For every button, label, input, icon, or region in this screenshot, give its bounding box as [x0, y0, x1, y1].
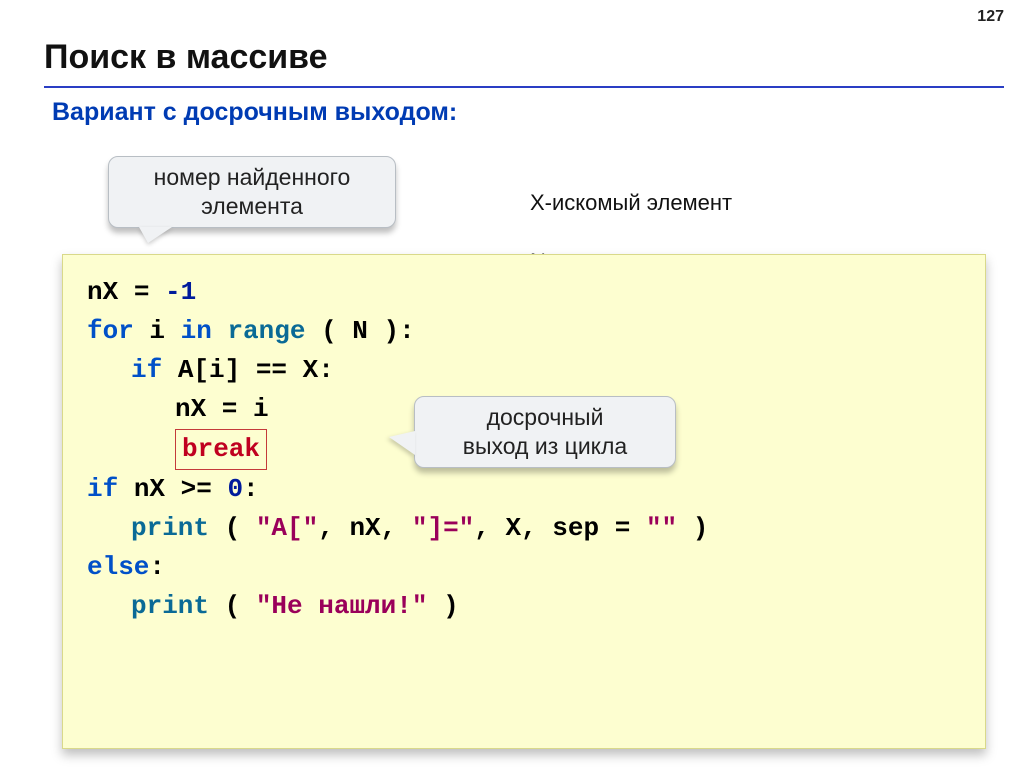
- callout-found-index: номер найденного элемента: [108, 156, 396, 228]
- code-token: =: [118, 277, 165, 307]
- callout-text: элемента: [201, 193, 303, 219]
- break-keyword: break: [175, 429, 267, 470]
- code-token: (: [209, 591, 256, 621]
- code-token: -1: [165, 277, 196, 307]
- code-token: 0: [227, 474, 243, 504]
- code-token: , nX,: [318, 513, 412, 543]
- page-number: 127: [977, 8, 1004, 26]
- code-token: print: [131, 513, 209, 543]
- code-token: i: [134, 316, 181, 346]
- callout-text: выход из цикла: [463, 433, 627, 459]
- code-token: else: [87, 552, 149, 582]
- code-line: nX = -1: [87, 273, 961, 312]
- legend-line: X-искомый элемент: [530, 190, 732, 215]
- subtitle: Вариант с досрочным выходом:: [52, 98, 457, 127]
- divider: [44, 86, 1004, 88]
- code-token: "]=": [412, 513, 474, 543]
- code-line: for i in range ( N ):: [87, 312, 961, 351]
- code-token: "": [646, 513, 677, 543]
- code-token: nX: [87, 277, 118, 307]
- code-token: nX = i: [175, 394, 269, 424]
- code-token: if: [131, 355, 162, 385]
- code-line: if A[i] == X:: [87, 351, 961, 390]
- code-token: , X, sep =: [474, 513, 646, 543]
- code-token: nX >=: [118, 474, 227, 504]
- code-token: (: [209, 513, 256, 543]
- code-token: ): [677, 513, 708, 543]
- code-token: ( N ):: [305, 316, 414, 346]
- code-token: A[i] == X:: [162, 355, 334, 385]
- page-title: Поиск в массиве: [44, 38, 328, 77]
- code-line: if nX >= 0:: [87, 470, 961, 509]
- code-line: print ( "A[", nX, "]=", X, sep = "" ): [87, 509, 961, 548]
- callout-early-exit: досрочный выход из цикла: [414, 396, 676, 468]
- code-line: else:: [87, 548, 961, 587]
- code-token: print: [131, 591, 209, 621]
- code-line: print ( "Не нашли!" ): [87, 587, 961, 626]
- code-token: ): [427, 591, 458, 621]
- code-token: [212, 316, 228, 346]
- code-token: in: [181, 316, 212, 346]
- callout-text: номер найденного: [154, 164, 351, 190]
- code-token: range: [227, 316, 305, 346]
- code-token: :: [149, 552, 165, 582]
- code-block: nX = -1 for i in range ( N ): if A[i] ==…: [62, 254, 986, 749]
- code-token: :: [243, 474, 259, 504]
- callout-text: досрочный: [487, 404, 604, 430]
- code-token: "A[": [256, 513, 318, 543]
- code-token: for: [87, 316, 134, 346]
- code-token: if: [87, 474, 118, 504]
- code-token: "Не нашли!": [256, 591, 428, 621]
